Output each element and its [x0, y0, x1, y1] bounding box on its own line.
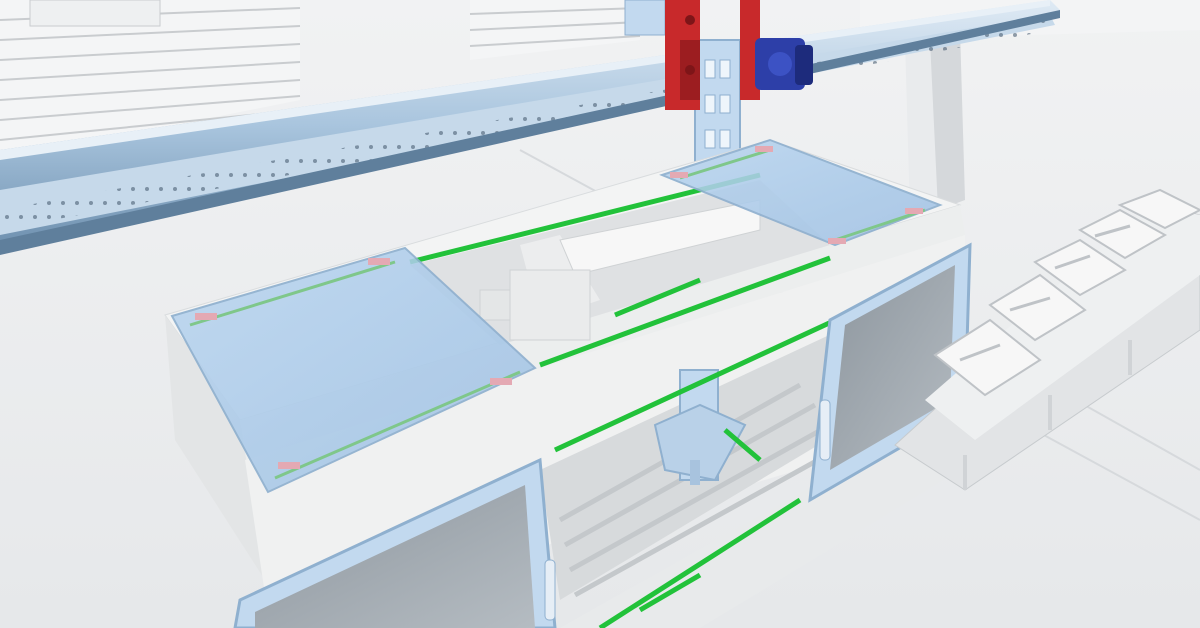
scene [0, 0, 1200, 628]
servo-motor [755, 38, 813, 90]
gantry-pillar [905, 30, 965, 215]
